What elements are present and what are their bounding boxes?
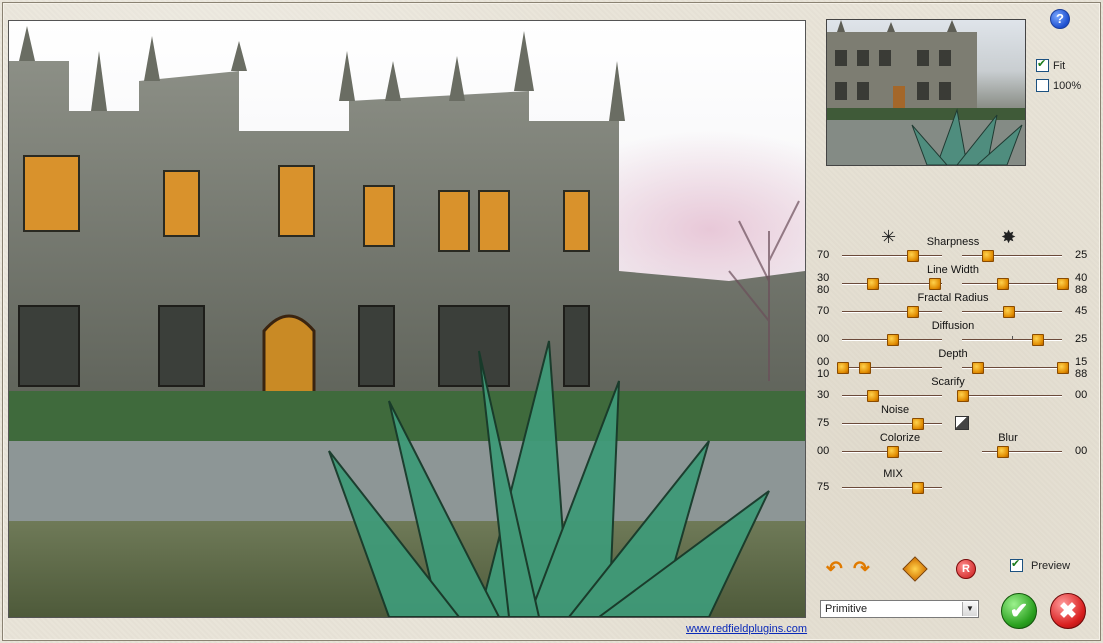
depth-label: Depth [938, 348, 968, 360]
main-preview-image[interactable] [8, 20, 806, 618]
diffusion-right-value: 25 [1075, 333, 1088, 345]
diffusion-left-value: 00 [817, 333, 830, 345]
blur-label: Blur [998, 432, 1018, 444]
fit-checkbox[interactable]: Fit [1036, 57, 1066, 72]
mix-track[interactable] [842, 487, 942, 489]
scarify-right-knob[interactable] [957, 390, 969, 402]
noise-label: Noise [880, 404, 910, 416]
fractal-radius-right-knob[interactable] [1003, 306, 1015, 318]
navigator-thumbnail[interactable] [826, 19, 1026, 166]
line-width-left-bottom: 80 [817, 284, 830, 296]
blur-track[interactable] [982, 451, 1062, 453]
depth-right-top: 15 [1075, 356, 1088, 368]
help-icon[interactable]: ? [1050, 9, 1070, 29]
mix-label: MIX [883, 468, 903, 480]
fit-checkbox-box[interactable] [1036, 57, 1049, 72]
website-link[interactable]: www.redfieldplugins.com [686, 623, 807, 635]
undo-arrow-icon[interactable]: ↶ [826, 556, 843, 581]
reset-icon[interactable]: R [956, 559, 976, 579]
depth-right-knob-b[interactable] [1057, 362, 1069, 374]
line-width-left-knob-a[interactable] [867, 278, 879, 290]
line-width-left-top: 30 [817, 272, 830, 284]
line-width-right-bottom: 88 [1075, 284, 1088, 296]
scarify-left-track[interactable] [842, 395, 942, 397]
colorize-label: Colorize [879, 432, 921, 444]
sparkle-icon: ✳ [881, 227, 897, 247]
thumbnail-photo [827, 20, 1025, 165]
depth-left-knob-b[interactable] [859, 362, 871, 374]
line-width-right-track[interactable] [962, 283, 1062, 285]
colorize-value: 00 [817, 445, 830, 457]
preset-selected-value: Primitive [825, 603, 868, 615]
depth-right-knob-a[interactable] [972, 362, 984, 374]
noise-track[interactable] [842, 423, 942, 425]
fractal-radius-label: Fractal Radius [917, 292, 989, 304]
redo-arrow-icon[interactable]: ↷ [853, 556, 870, 581]
fit-label: Fit [1053, 59, 1066, 72]
fractal-radius-right-value: 45 [1075, 305, 1088, 317]
sharpness-label: Sharpness [926, 236, 980, 248]
line-width-label: Line Width [927, 264, 979, 276]
depth-right-bottom: 88 [1075, 368, 1088, 380]
line-width-right-knob-b[interactable] [1057, 278, 1069, 290]
blur-value: 00 [1075, 445, 1088, 457]
diffusion-left-knob[interactable] [887, 334, 899, 346]
chevron-down-icon[interactable]: ▼ [962, 602, 977, 616]
depth-left-bottom: 10 [817, 368, 830, 380]
depth-left-knob-a[interactable] [837, 362, 849, 374]
line-width-left-knob-b[interactable] [929, 278, 941, 290]
line-width-left-track[interactable] [842, 283, 942, 285]
diffusion-right-knob[interactable] [1032, 334, 1044, 346]
mix-value: 75 [817, 481, 830, 493]
sharpness-right-track[interactable] [962, 255, 1062, 257]
fractal-castle-artwork [9, 26, 805, 617]
ok-button[interactable]: ✔ [1001, 593, 1037, 629]
sharpness-left-value: 70 [817, 249, 830, 261]
full-size-label: 100% [1053, 79, 1082, 92]
sharpness-right-knob[interactable] [982, 250, 994, 262]
preset-dropdown[interactable]: Primitive ▼ [820, 600, 979, 618]
diffusion-label: Diffusion [931, 320, 975, 332]
blur-knob[interactable] [997, 446, 1009, 458]
mix-knob[interactable] [912, 482, 924, 494]
depth-left-top: 00 [817, 356, 830, 368]
cancel-button[interactable]: ✖ [1050, 593, 1086, 629]
preview-checkbox-box[interactable] [1010, 557, 1023, 572]
sparkle-burst-icon: ✸ [1001, 227, 1017, 247]
fractal-radius-left-track[interactable] [842, 311, 942, 313]
scarify-left-knob[interactable] [867, 390, 879, 402]
noise-value: 75 [817, 417, 830, 429]
scarify-right-track[interactable] [962, 395, 1062, 397]
preview-label: Preview [1031, 559, 1071, 572]
sharpness-right-value: 25 [1075, 249, 1088, 261]
line-width-right-top: 40 [1075, 272, 1088, 284]
noise-texture-icon[interactable] [955, 416, 969, 430]
noise-knob[interactable] [912, 418, 924, 430]
sharpness-left-knob[interactable] [907, 250, 919, 262]
full-size-checkbox-box[interactable] [1036, 79, 1049, 92]
sharpness-left-track[interactable] [842, 255, 942, 257]
full-size-checkbox[interactable]: 100% [1036, 79, 1081, 92]
preview-checkbox[interactable]: Preview [1010, 557, 1071, 572]
diffusion-right-track[interactable] [962, 339, 1062, 341]
colorize-knob[interactable] [887, 446, 899, 458]
line-width-right-knob-a[interactable] [997, 278, 1009, 290]
fractal-radius-left-value: 70 [817, 305, 830, 317]
fractal-radius-left-knob[interactable] [907, 306, 919, 318]
diffusion-tick [1012, 336, 1013, 339]
scarify-left-value: 30 [817, 389, 830, 401]
scarify-right-value: 00 [1075, 389, 1088, 401]
scarify-label: Scarify [931, 376, 965, 388]
depth-left-track[interactable] [842, 367, 942, 369]
